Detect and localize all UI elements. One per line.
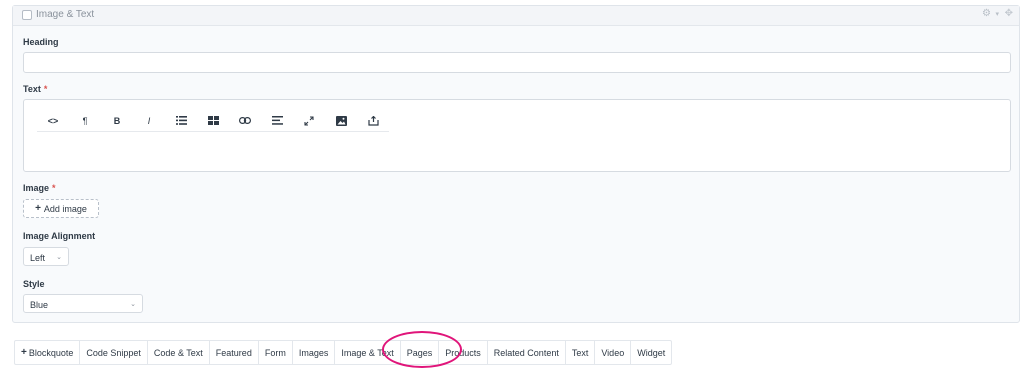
plus-icon: + <box>35 203 41 214</box>
tab-label: Featured <box>215 347 252 358</box>
style-label: Style <box>23 279 45 289</box>
add-image-label: Add image <box>43 203 87 214</box>
tab-label: Pages <box>406 347 433 358</box>
tab-images[interactable]: Images <box>293 341 336 364</box>
tab-label: Form <box>264 347 286 358</box>
link-icon[interactable] <box>229 110 261 132</box>
tab-label: Related Content <box>493 347 559 358</box>
tab-video[interactable]: Video <box>595 341 632 364</box>
tab-label: Image & Text <box>341 347 394 358</box>
move-icon[interactable]: ✥ <box>1005 8 1013 19</box>
editor-toolbar: <> ¶ B I <box>37 110 389 132</box>
add-image-button[interactable]: + Add image <box>23 199 99 218</box>
heading-input[interactable] <box>23 52 1011 73</box>
tab-code-snippet[interactable]: Code Snippet <box>80 341 148 364</box>
tab-blockquote[interactable]: + Blockquote <box>15 341 81 364</box>
tab-related-content[interactable]: Related Content <box>488 341 566 364</box>
tab-label: Code & Text <box>153 347 203 358</box>
block-header: Image & Text ⚙ ▾ ✥ <box>13 6 1019 26</box>
image-label: Image * <box>23 183 56 193</box>
tab-label: Video <box>601 347 625 358</box>
pilcrow-icon[interactable]: ¶ <box>69 110 101 132</box>
block-select-checkbox[interactable] <box>22 10 32 20</box>
chevron-down-icon: ⌄ <box>130 301 136 308</box>
tab-label: Images <box>298 347 329 358</box>
expand-icon[interactable] <box>293 110 325 132</box>
block-type-tabs: + Blockquote Code Snippet Code & Text Fea… <box>14 340 673 365</box>
list-icon[interactable] <box>165 110 197 132</box>
tab-label: Text <box>571 347 589 358</box>
image-alignment-select[interactable]: Left ⌄ <box>23 247 69 266</box>
text-editor[interactable]: <> ¶ B I <box>23 99 1011 172</box>
tab-code-and-text[interactable]: Code & Text <box>148 341 210 364</box>
text-label-text: Text <box>23 84 41 94</box>
chevron-down-icon[interactable]: ▾ <box>995 10 999 18</box>
plus-icon: + <box>21 347 27 358</box>
gear-icon[interactable]: ⚙ <box>982 8 991 19</box>
image-label-text: Image <box>23 183 50 193</box>
heading-label: Heading <box>23 37 59 47</box>
tab-featured[interactable]: Featured <box>210 341 259 364</box>
tab-products[interactable]: Products <box>439 341 488 364</box>
tab-label: Products <box>445 347 481 358</box>
embed-icon[interactable] <box>357 110 389 132</box>
text-label: Text * <box>23 84 47 94</box>
tab-text[interactable]: Text <box>566 341 596 364</box>
required-mark: * <box>52 183 56 193</box>
tab-label: Code Snippet <box>86 347 141 358</box>
tab-label: Widget <box>637 347 666 358</box>
italic-icon[interactable]: I <box>133 110 165 132</box>
table-icon[interactable] <box>197 110 229 132</box>
image-icon[interactable] <box>325 110 357 132</box>
image-alignment-value: Left <box>30 253 46 263</box>
tab-pages[interactable]: Pages <box>401 341 440 364</box>
tab-form[interactable]: Form <box>259 341 293 364</box>
block-title: Image & Text <box>36 9 95 20</box>
tab-image-and-text[interactable]: Image & Text <box>335 341 401 364</box>
align-icon[interactable] <box>261 110 293 132</box>
code-icon[interactable]: <> <box>37 110 69 132</box>
required-mark: * <box>43 84 48 94</box>
tab-label: Blockquote <box>28 347 74 358</box>
tab-widget[interactable]: Widget <box>631 341 671 364</box>
chevron-down-icon: ⌄ <box>56 254 62 261</box>
style-value: Blue <box>30 300 49 310</box>
bold-icon[interactable]: B <box>101 110 133 132</box>
style-select[interactable]: Blue ⌄ <box>23 294 143 313</box>
image-alignment-label: Image Alignment <box>23 231 96 241</box>
image-text-block: Image & Text ⚙ ▾ ✥ Heading Text * <> ¶ B … <box>12 5 1020 323</box>
